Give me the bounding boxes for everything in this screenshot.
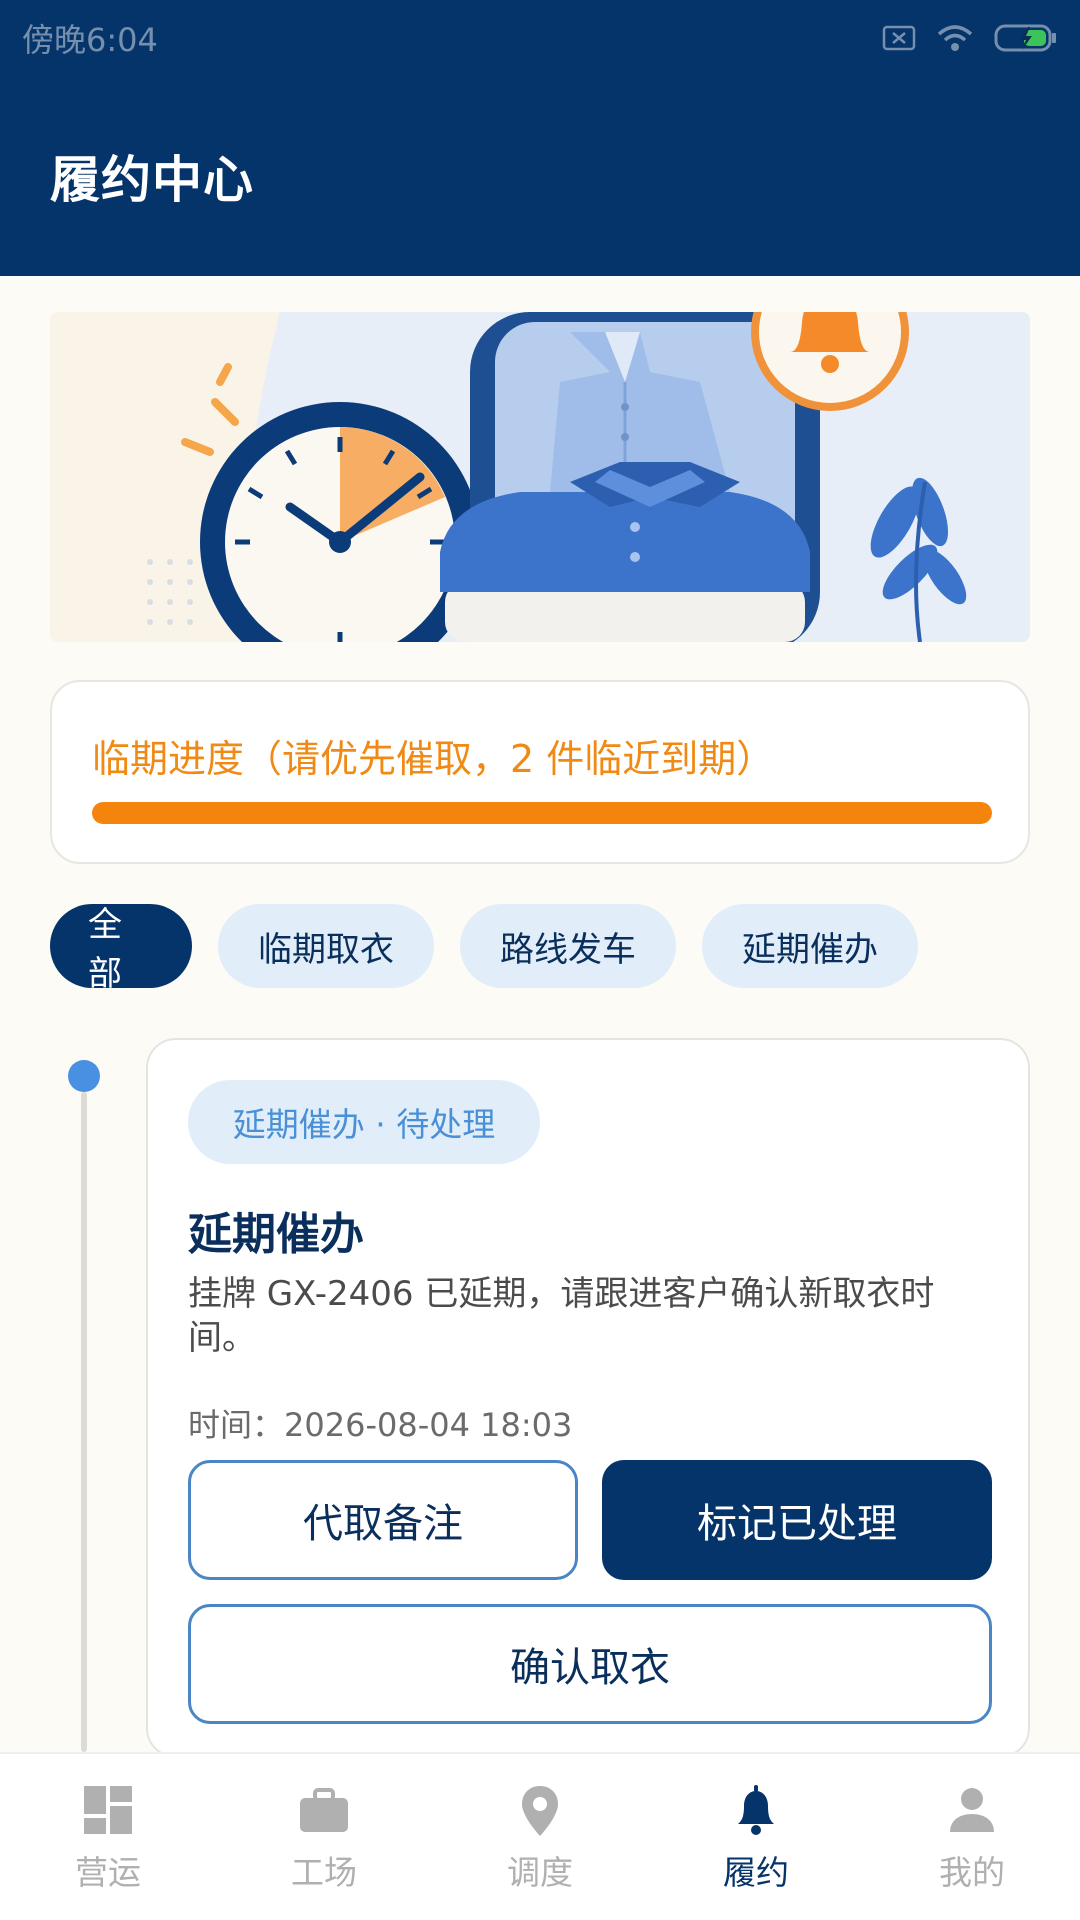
due-progress-bar xyxy=(92,802,992,824)
filter-overdue-followup[interactable]: 延期催办 xyxy=(702,904,918,988)
tab-label: 工场 xyxy=(291,1853,357,1892)
tab-label: 调度 xyxy=(507,1853,573,1892)
wifi-icon xyxy=(936,23,974,53)
tab-label: 履约 xyxy=(723,1853,789,1892)
battery-icon xyxy=(994,23,1058,53)
briefcase-icon xyxy=(296,1782,352,1838)
confirm-pickup-button[interactable]: 确认取衣 xyxy=(188,1604,992,1724)
timeline-line xyxy=(81,1092,87,1752)
mark-done-button[interactable]: 标记已处理 xyxy=(602,1460,992,1580)
due-progress-text: 临期进度（请优先催取，2 件临近到期） xyxy=(92,737,775,781)
dashboard-icon xyxy=(80,1782,136,1838)
tab-dispatch[interactable]: 调度 xyxy=(432,1754,648,1920)
filter-due-pickup[interactable]: 临期取衣 xyxy=(218,904,434,988)
location-pin-icon xyxy=(512,1782,568,1838)
due-progress-card: 临期进度（请优先催取，2 件临近到期） xyxy=(50,680,1030,864)
sim-off-icon xyxy=(882,25,916,51)
pickup-note-button[interactable]: 代取备注 xyxy=(188,1460,578,1580)
tab-fulfillment[interactable]: 履约 xyxy=(648,1754,864,1920)
banner-illustration xyxy=(50,312,1030,642)
task-title: 延期催办 xyxy=(188,1209,364,1260)
due-progress-fill xyxy=(92,802,992,824)
filter-all[interactable]: 全部 xyxy=(50,904,192,994)
bottom-tab-bar: 营运 工场 调度 履约 我的 xyxy=(0,1752,1080,1920)
status-time: 傍晚6:04 xyxy=(22,21,158,59)
task-card: 延期催办 · 待处理 延期催办 挂牌 GX-2406 已延期，请跟进客户确认新取… xyxy=(146,1038,1030,1758)
status-badge: 延期催办 · 待处理 xyxy=(188,1080,540,1164)
person-icon xyxy=(944,1782,1000,1838)
status-icons xyxy=(882,23,1058,53)
bell-icon xyxy=(728,1782,784,1838)
status-bar: 傍晚6:04 xyxy=(0,0,1080,76)
tab-label: 我的 xyxy=(939,1853,1005,1892)
task-description: 挂牌 GX-2406 已延期，请跟进客户确认新取衣时间。 xyxy=(188,1274,935,1358)
tab-label: 营运 xyxy=(75,1853,141,1892)
tab-operations[interactable]: 营运 xyxy=(0,1754,216,1920)
tab-profile[interactable]: 我的 xyxy=(864,1754,1080,1920)
page-title: 履约中心 xyxy=(50,151,254,209)
filter-route-dispatch[interactable]: 路线发车 xyxy=(460,904,676,988)
task-time: 时间：2026-08-04 18:03 xyxy=(188,1406,573,1444)
tab-workshop[interactable]: 工场 xyxy=(216,1754,432,1920)
app-bar: 履约中心 xyxy=(0,76,1080,276)
timeline-dot xyxy=(68,1060,100,1092)
filter-chips: 全部 临期取衣 路线发车 延期催办 xyxy=(50,904,918,994)
